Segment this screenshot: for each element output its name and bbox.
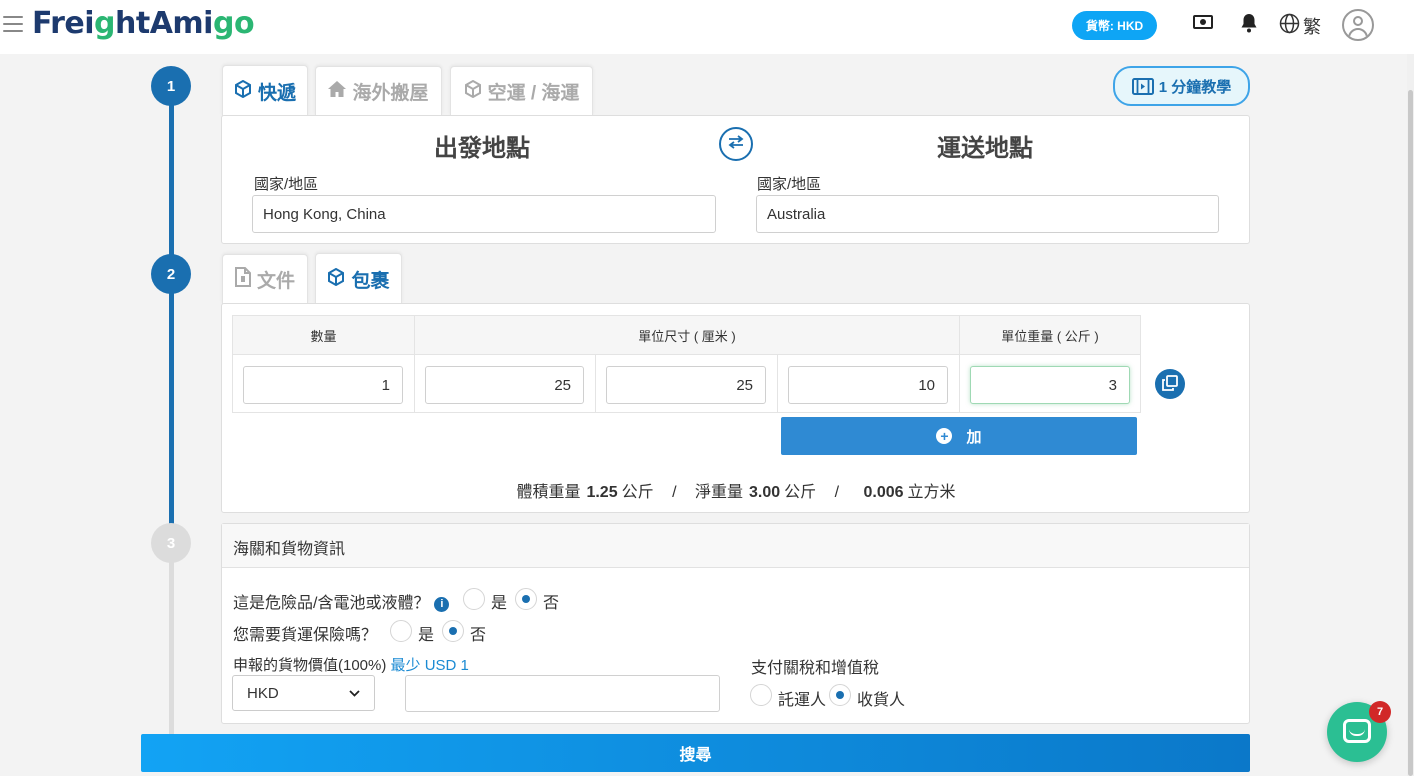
tab-document[interactable]: 文件 xyxy=(222,254,308,304)
currency-button[interactable]: 貨幣: HKD xyxy=(1072,11,1157,40)
duties-receiver-radio[interactable] xyxy=(829,684,851,706)
declared-value-input[interactable] xyxy=(405,675,720,712)
logo[interactable]: FreightAmigo xyxy=(32,6,255,41)
tab-parcel[interactable]: 包裹 xyxy=(315,253,402,305)
quantity-input[interactable]: 1 xyxy=(243,366,403,404)
step-line-3 xyxy=(169,542,174,734)
declared-value-label: 申報的貨物價值(100%) 最少 USD 1 xyxy=(233,657,469,674)
weight-summary: 體積重量 1.25 公斤 / 淨重量 3.00 公斤 / 0.006 立方米 xyxy=(516,484,956,501)
destination-country-input[interactable]: Australia xyxy=(756,195,1219,233)
video-icon xyxy=(1131,77,1154,95)
insurance-question: 您需要貨運保險嗎？ xyxy=(233,627,378,644)
duties-shipper-radio[interactable] xyxy=(750,684,772,706)
step-2-circle: 2 xyxy=(151,254,191,294)
dangerous-no-radio[interactable] xyxy=(515,588,537,610)
step-line-2 xyxy=(169,274,174,542)
menu-icon[interactable] xyxy=(3,16,23,32)
tab-air-sea-freight[interactable]: 空運 / 海運 xyxy=(450,66,593,116)
language-selector[interactable]: 繁 xyxy=(1303,13,1321,39)
swap-route-button[interactable] xyxy=(719,127,753,161)
search-button[interactable]: 搜尋 xyxy=(141,734,1250,772)
insurance-no-label: 否 xyxy=(470,627,487,644)
money-icon[interactable] xyxy=(1193,14,1213,35)
globe-icon[interactable] xyxy=(1279,13,1300,39)
weight-header: 單位重量 ( 公斤 ) xyxy=(959,315,1141,355)
plus-circle-icon: + xyxy=(936,428,953,444)
step-line-1 xyxy=(169,86,174,274)
box-icon xyxy=(234,79,252,103)
add-package-button[interactable]: + 加 xyxy=(781,417,1137,455)
dangerous-goods-question: 這是危險品/含電池或液體？ i xyxy=(233,589,450,613)
tutorial-button[interactable]: 1 分鐘教學 xyxy=(1113,66,1250,106)
width-input[interactable]: 25 xyxy=(606,366,766,404)
origin-country-label: 國家/地區 xyxy=(254,176,319,193)
dangerous-yes-radio[interactable] xyxy=(463,588,485,610)
duties-label: 支付關稅和增值稅 xyxy=(751,660,880,677)
top-header: FreightAmigo 貨幣: HKD 繁 xyxy=(0,0,1414,54)
weight-input[interactable]: 3 xyxy=(970,366,1130,404)
step-3-circle: 3 xyxy=(151,523,191,563)
dangerous-yes-label: 是 xyxy=(491,595,508,612)
customs-title: 海關和貨物資訊 xyxy=(233,541,346,558)
chat-unread-badge: 7 xyxy=(1369,701,1391,723)
duties-receiver-label: 收貨人 xyxy=(857,692,906,709)
box-icon xyxy=(327,267,345,291)
avatar[interactable] xyxy=(1342,9,1374,41)
quantity-header: 數量 xyxy=(232,315,415,355)
insurance-yes-radio[interactable] xyxy=(390,620,412,642)
destination-country-label: 國家/地區 xyxy=(757,176,822,193)
insurance-yes-label: 是 xyxy=(418,627,435,644)
tab-overseas-moving[interactable]: 海外搬屋 xyxy=(315,66,442,116)
info-icon[interactable]: i xyxy=(434,596,450,612)
height-input[interactable]: 10 xyxy=(788,366,948,404)
box-icon xyxy=(464,79,482,103)
document-icon xyxy=(234,267,251,292)
step-1-circle: 1 xyxy=(151,66,191,106)
dangerous-no-label: 否 xyxy=(543,595,560,612)
minimum-value-note: 最少 USD 1 xyxy=(390,657,469,674)
bell-icon[interactable] xyxy=(1240,13,1258,38)
customs-header xyxy=(222,524,1249,568)
swap-icon xyxy=(727,134,745,154)
origin-title: 出發地點 xyxy=(434,135,530,162)
origin-country-input[interactable]: Hong Kong, China xyxy=(252,195,716,233)
currency-select[interactable]: HKD xyxy=(232,675,375,711)
duties-shipper-label: 託運人 xyxy=(778,692,827,709)
home-icon xyxy=(328,81,347,102)
length-input[interactable]: 25 xyxy=(425,366,584,404)
copy-icon xyxy=(1162,374,1178,394)
scrollbar[interactable] xyxy=(1407,54,1414,776)
copy-row-button[interactable] xyxy=(1155,369,1185,399)
dimensions-header: 單位尺寸 ( 厘米 ) xyxy=(414,315,960,355)
chevron-down-icon xyxy=(349,686,360,700)
insurance-no-radio[interactable] xyxy=(442,620,464,642)
destination-title: 運送地點 xyxy=(937,135,1033,162)
tab-express[interactable]: 快遞 xyxy=(222,65,308,117)
